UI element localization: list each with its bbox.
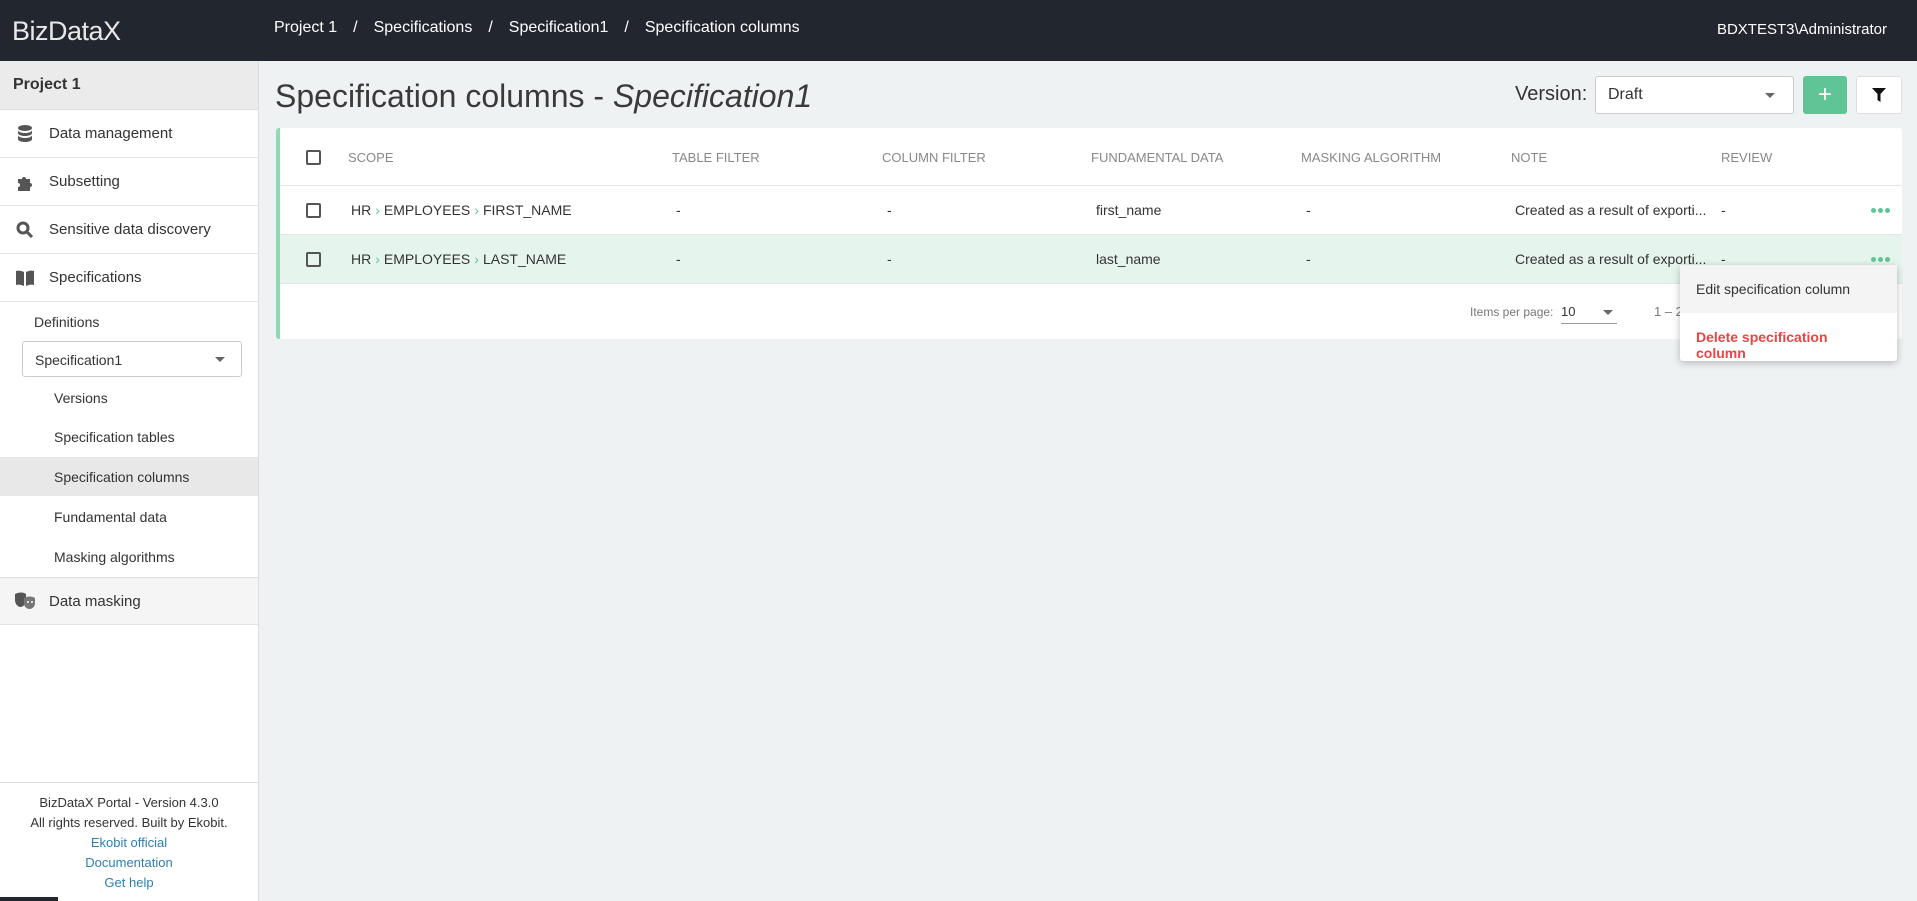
breadcrumb-specification1[interactable]: Specification1 [509, 19, 609, 37]
review-cell: - [1721, 202, 1726, 218]
sidebar-definitions[interactable]: Definitions [34, 314, 99, 330]
table-row[interactable]: HR › EMPLOYEES › FIRST_NAME - - first_name -… [280, 185, 1902, 234]
search-icon [0, 221, 49, 239]
get-help-link[interactable]: Get help [0, 873, 258, 893]
sidebar-item-data-management[interactable]: Data management [0, 110, 258, 158]
sidebar-item-masking-algorithms[interactable]: Masking algorithms [54, 549, 175, 565]
version-select[interactable]: Draft [1595, 76, 1794, 114]
sidebar-item-specification-tables[interactable]: Specification tables [54, 429, 175, 445]
add-button[interactable]: + [1803, 76, 1847, 114]
breadcrumb: Project 1/ Specifications / Specification… [274, 19, 800, 37]
sidebar-item-subsetting[interactable]: Subsetting [0, 158, 258, 206]
puzzle-icon [0, 173, 49, 191]
row-checkbox[interactable] [306, 203, 321, 218]
sidebar-footer: BizDataX Portal - Version 4.3.0 All righ… [0, 782, 258, 893]
column-filter-cell: - [887, 202, 892, 218]
sidebar: Project 1 Data management Subsetting Sen… [0, 61, 259, 901]
col-fundamental-data[interactable]: Fundamental data [1091, 150, 1223, 165]
table-filter-cell: - [676, 202, 681, 218]
row-checkbox[interactable] [306, 252, 321, 267]
scope-cell: HR › EMPLOYEES › LAST_NAME [351, 251, 567, 267]
chevron-down-icon [1765, 93, 1775, 98]
sidebar-item-specifications[interactable]: Specifications [0, 254, 258, 302]
chevron-down-icon [1603, 310, 1613, 315]
breadcrumb-specifications[interactable]: Specifications [374, 19, 473, 37]
page-title: Specification columns - Specification1 [275, 78, 813, 114]
table-row[interactable]: HR › EMPLOYEES › LAST_NAME - - last_name - C… [280, 234, 1902, 283]
col-note[interactable]: Note [1511, 150, 1547, 165]
sidebar-item-versions[interactable]: Versions [54, 390, 108, 406]
fundamental-cell: first_name [1096, 202, 1162, 218]
documentation-link[interactable]: Documentation [0, 853, 258, 873]
spec-columns-table: Scope Table filter Column filter Fundame… [276, 128, 1902, 339]
bottom-bar [0, 897, 58, 901]
breadcrumb-project[interactable]: Project 1 [274, 19, 337, 37]
row-actions-menu: Edit specification column Delete specifi… [1680, 265, 1897, 361]
masking-cell: - [1306, 202, 1311, 218]
col-table-filter[interactable]: Table filter [672, 150, 760, 165]
sidebar-item-fundamental-data[interactable]: Fundamental data [54, 509, 167, 525]
select-all-checkbox[interactable] [306, 150, 321, 165]
masks-icon [0, 592, 49, 610]
column-filter-cell: - [887, 251, 892, 267]
paginator: Items per page: 10 1 – 2 [280, 283, 1902, 339]
sidebar-item-sensitive-data-discovery[interactable]: Sensitive data discovery [0, 206, 258, 254]
table-filter-cell: - [676, 251, 681, 267]
sidebar-item-specification-columns[interactable]: Specification columns [0, 457, 258, 496]
more-actions-icon[interactable] [1871, 208, 1890, 213]
col-scope[interactable]: Scope [348, 150, 394, 165]
masking-cell: - [1306, 251, 1311, 267]
note-cell: Created as a result of exporti... [1515, 251, 1707, 267]
scope-cell: HR › EMPLOYEES › FIRST_NAME [351, 202, 572, 218]
ekobit-official-link[interactable]: Ekobit official [0, 833, 258, 853]
book-icon [0, 270, 49, 286]
note-cell: Created as a result of exporti... [1515, 202, 1707, 218]
page-range: 1 – 2 [1654, 304, 1683, 319]
col-masking-algorithm[interactable]: Masking algorithm [1301, 150, 1441, 165]
user-name[interactable]: BDXTEST3\Administrator [1717, 21, 1887, 38]
filter-button[interactable] [1856, 76, 1902, 114]
chevron-down-icon [215, 357, 225, 362]
delete-specification-column-item[interactable]: Delete specification column [1680, 313, 1897, 361]
edit-specification-column-item[interactable]: Edit specification column [1680, 265, 1897, 313]
col-column-filter[interactable]: Column filter [882, 150, 986, 165]
filter-icon [1872, 88, 1886, 102]
items-per-page-label: Items per page: [1470, 305, 1554, 319]
top-header: BizDataX Project 1/ Specifications / Spec… [0, 0, 1917, 61]
version-label: Version: [1515, 83, 1588, 105]
sidebar-project[interactable]: Project 1 [0, 61, 258, 110]
more-actions-icon[interactable] [1871, 257, 1890, 262]
col-review[interactable]: Review [1721, 150, 1772, 165]
breadcrumb-current: Specification columns [644, 19, 800, 36]
logo[interactable]: BizDataX [12, 8, 121, 54]
page-size-select[interactable]: 10 [1561, 298, 1617, 324]
database-icon [0, 124, 49, 143]
fundamental-cell: last_name [1096, 251, 1161, 267]
specification-select[interactable]: Specification1 [22, 341, 242, 377]
sidebar-item-data-masking[interactable]: Data masking [0, 577, 258, 625]
